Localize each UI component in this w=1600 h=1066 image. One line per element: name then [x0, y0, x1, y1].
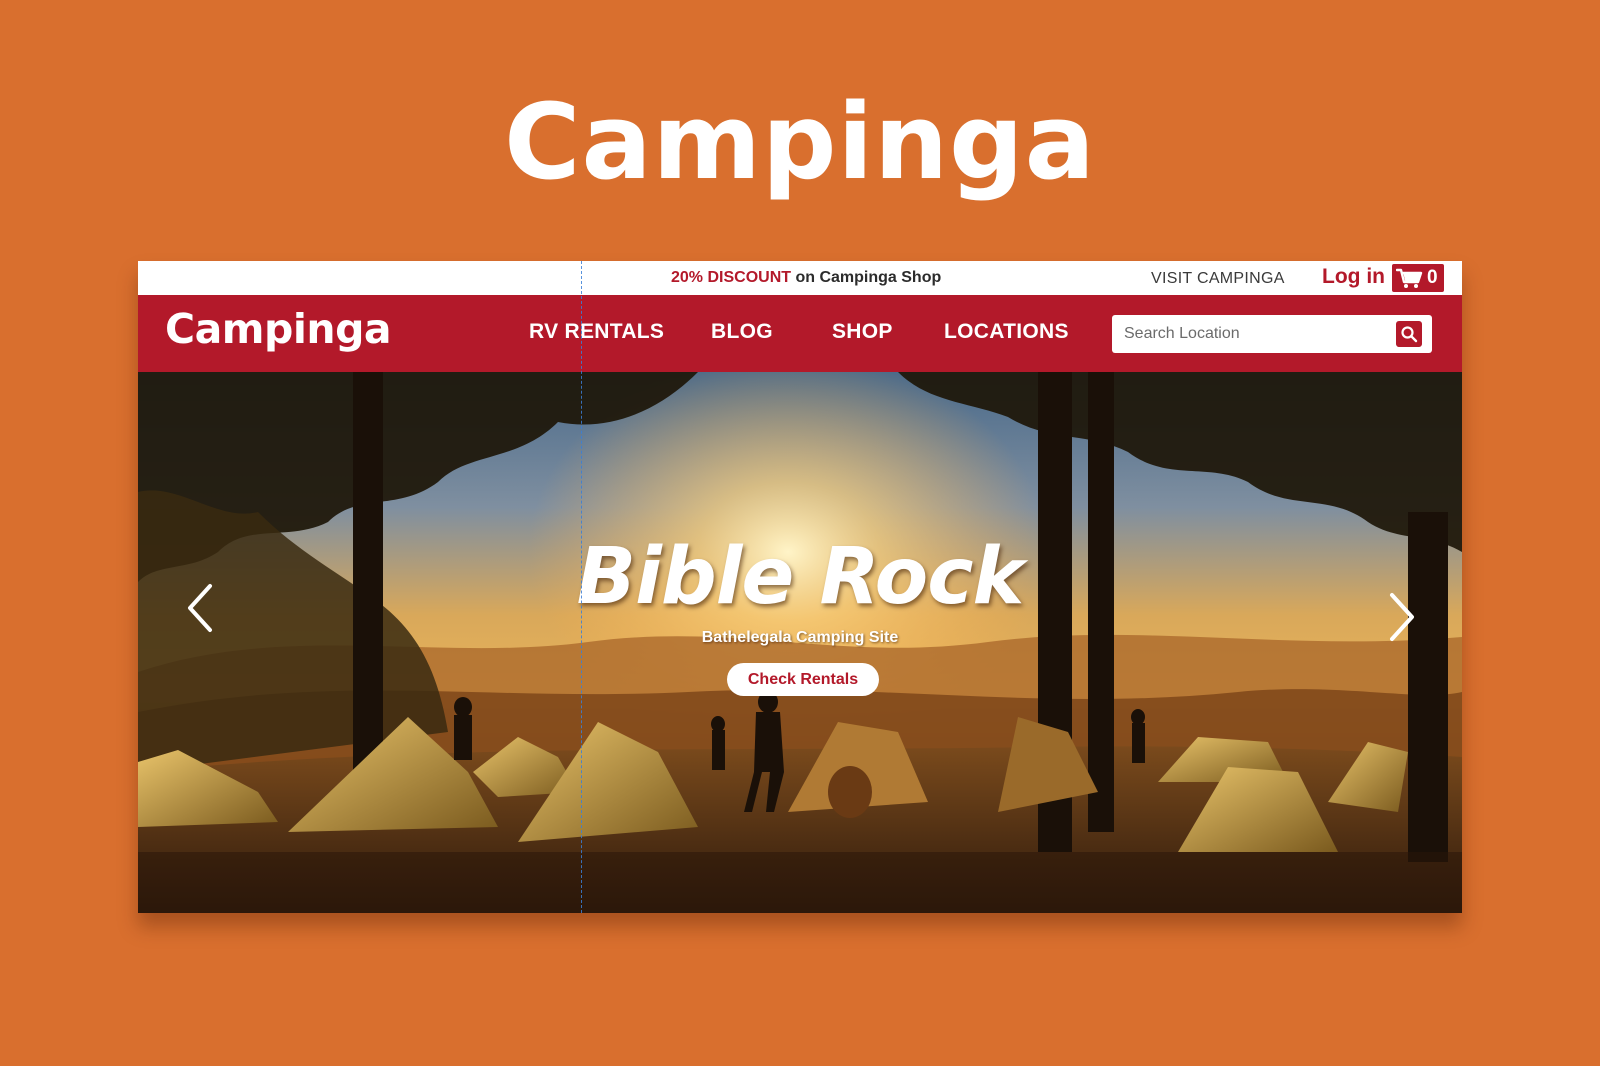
- nav-item-shop[interactable]: SHOP: [832, 320, 893, 344]
- carousel-prev-button[interactable]: [180, 578, 220, 638]
- carousel-next-button[interactable]: [1382, 587, 1422, 647]
- layout-guide-line: [581, 261, 582, 913]
- hero-subtitle: Bathelegala Camping Site: [701, 629, 899, 646]
- login-link[interactable]: Log in: [1322, 265, 1385, 289]
- nav-item-blog[interactable]: BLOG: [711, 320, 773, 344]
- website-screenshot: 20% DISCOUNT on Campinga Shop VISIT CAMP…: [138, 261, 1462, 913]
- main-nav: Campinga RV RENTALS BLOG SHOP LOCATIONS: [138, 295, 1462, 372]
- chevron-left-icon: [188, 584, 212, 632]
- cart-button[interactable]: 0: [1392, 264, 1444, 292]
- search-button[interactable]: [1396, 321, 1422, 347]
- cart-icon: [1396, 268, 1423, 288]
- hero-banner: Bible Rock Bathelegala Camping Site Chec…: [138, 372, 1462, 913]
- hero-title: Bible Rock: [576, 532, 1025, 622]
- chevron-right-icon: [1390, 593, 1414, 641]
- showcase-title: Campinga: [504, 81, 1096, 203]
- search-icon: [1401, 326, 1418, 343]
- top-bar: 20% DISCOUNT on Campinga Shop VISIT CAMP…: [138, 261, 1462, 295]
- check-rentals-button[interactable]: Check Rentals: [727, 663, 879, 696]
- site-logo[interactable]: Campinga: [165, 305, 392, 353]
- nav-item-locations[interactable]: LOCATIONS: [944, 320, 1069, 344]
- promo-text: 20% DISCOUNT on Campinga Shop: [671, 269, 941, 287]
- visit-campinga-link[interactable]: VISIT CAMPINGA: [1151, 270, 1285, 288]
- nav-item-rv-rentals[interactable]: RV RENTALS: [529, 320, 664, 344]
- promo-discount: 20% DISCOUNT: [671, 269, 792, 286]
- cart-count: 0: [1427, 267, 1438, 288]
- search-box: [1112, 315, 1432, 353]
- promo-rest: on Campinga Shop: [791, 269, 942, 286]
- search-input[interactable]: [1124, 315, 1384, 353]
